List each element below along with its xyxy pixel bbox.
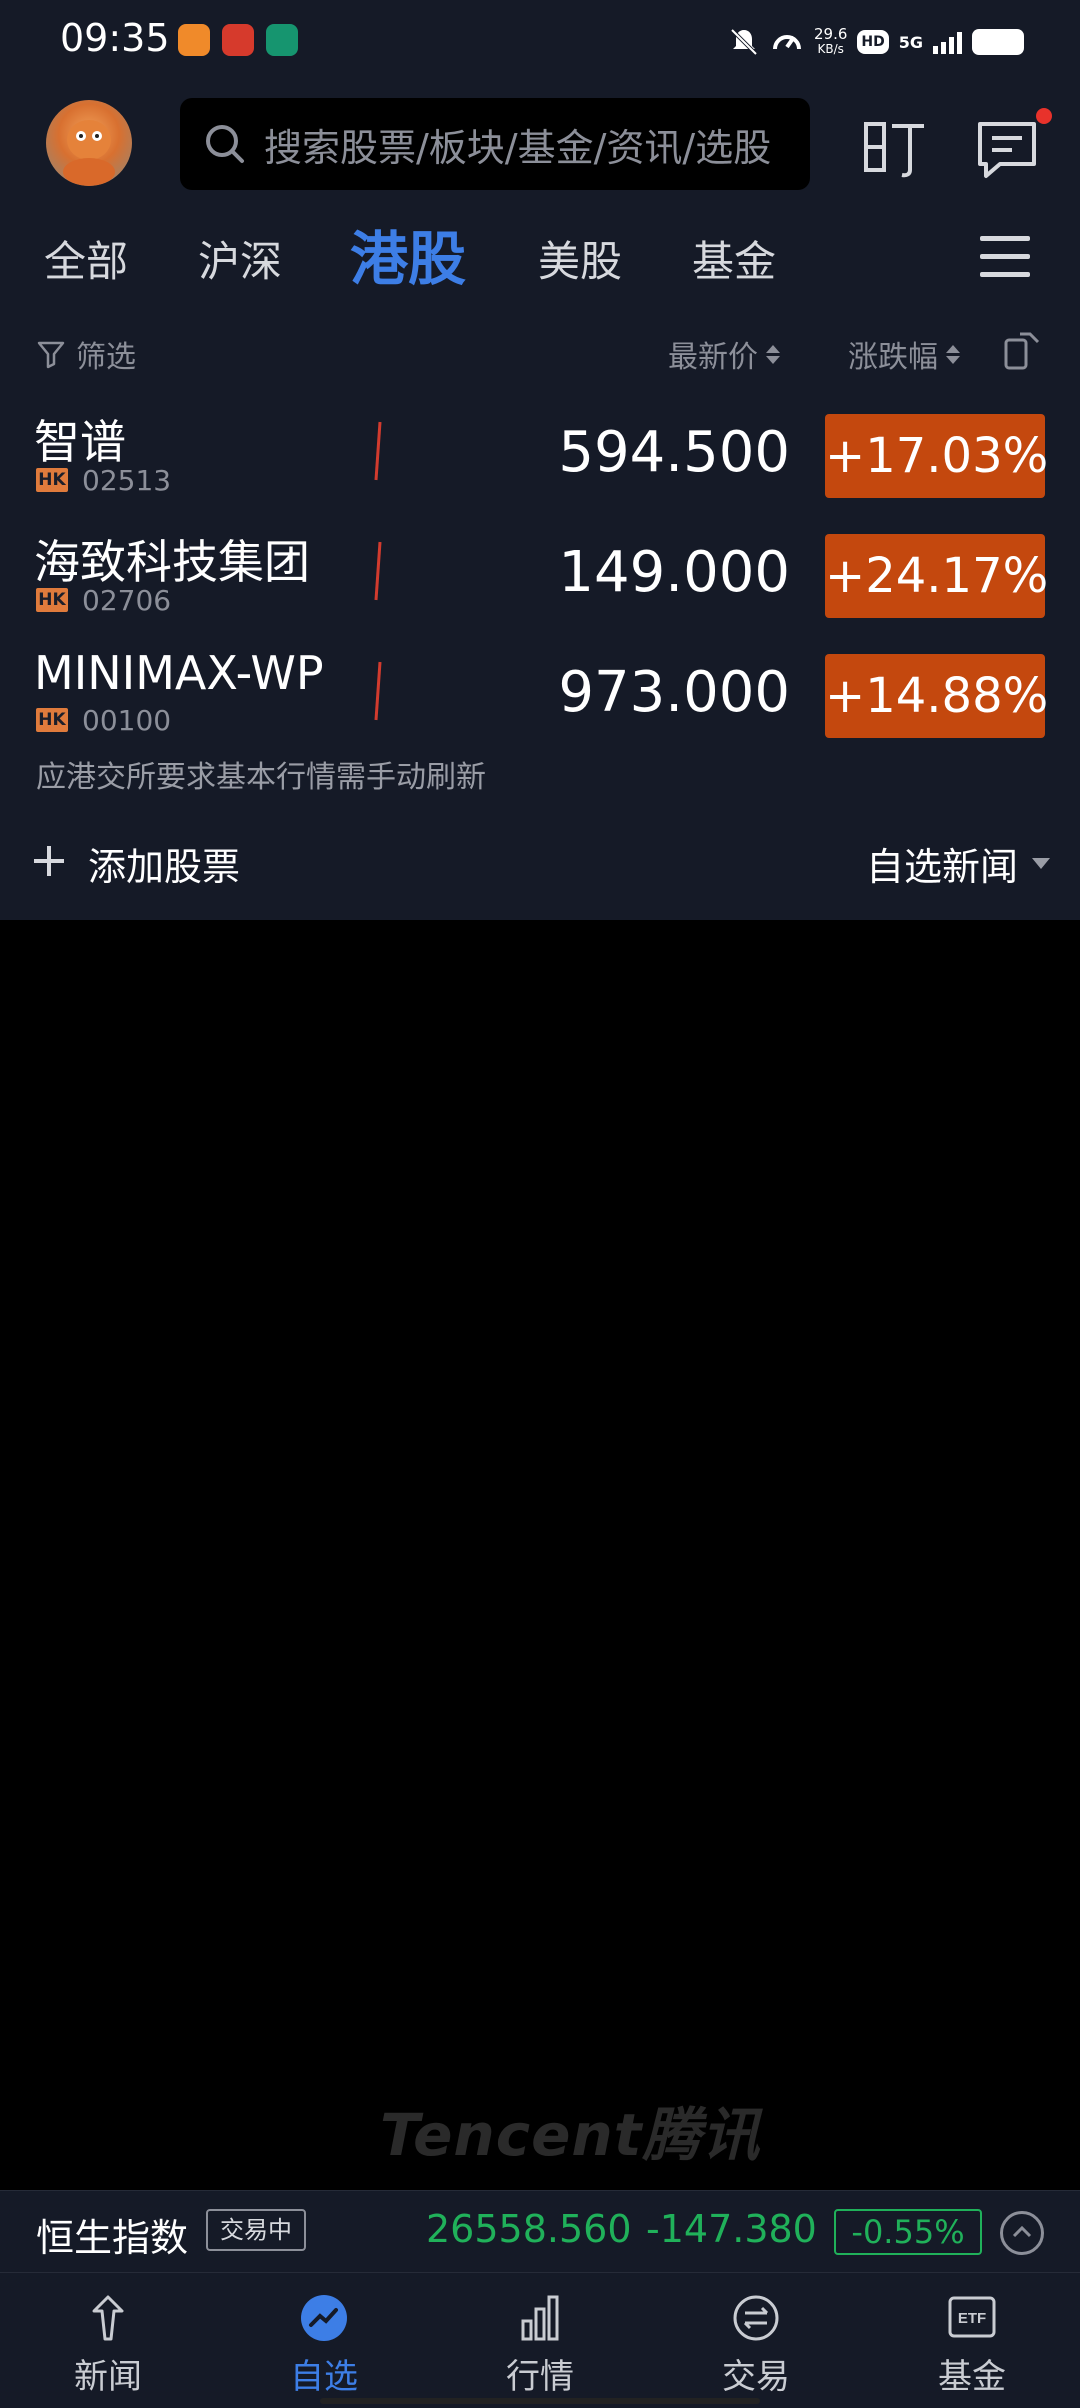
sparkline	[374, 421, 382, 481]
bottom-nav: 新闻 自选 行情 交易 ETF 基金	[0, 2272, 1080, 2408]
speedometer-icon	[772, 35, 801, 50]
stock-price: 149.000	[558, 540, 790, 605]
list-header: 筛选 最新价 涨跌幅	[0, 322, 1080, 382]
sort-icon	[766, 344, 780, 364]
index-ticker-bar[interactable]: 恒生指数 交易中 26558.560 -147.380 -0.55%	[0, 2190, 1080, 2272]
news-icon	[92, 2295, 124, 2341]
trading-status-badge: 交易中	[206, 2209, 306, 2251]
etf-icon-text: ETF	[958, 2310, 986, 2327]
message-icon[interactable]	[974, 116, 1040, 182]
stock-row[interactable]: MINIMAX-WP HK 00100 973.000 +14.88%	[0, 640, 1080, 760]
tab-us[interactable]: 美股	[538, 228, 622, 289]
stock-price: 973.000	[558, 660, 790, 725]
nav-watchlist[interactable]: 自选	[244, 2273, 404, 2408]
stock-code: 02513	[82, 464, 172, 497]
market-tabs: 全部 沪深 港股 美股 基金	[0, 210, 1080, 300]
nav-market[interactable]: 行情	[460, 2273, 620, 2408]
notification-dot	[1036, 108, 1052, 124]
filter-button[interactable]: 筛选	[36, 332, 136, 376]
battery-icon	[972, 29, 1024, 55]
add-stock-button[interactable]: 添加股票	[88, 836, 240, 891]
filter-label: 筛选	[76, 340, 136, 375]
avatar-image	[63, 120, 115, 186]
tab-all[interactable]: 全部	[44, 228, 128, 289]
search-icon	[206, 125, 244, 163]
chevron-down-icon	[1032, 858, 1051, 869]
plus-icon[interactable]	[34, 846, 64, 876]
stock-row[interactable]: 智谱 HK 02513 594.500 +17.03%	[0, 400, 1080, 520]
nav-market-label: 行情	[506, 2357, 574, 2397]
ding-icon[interactable]	[862, 116, 928, 182]
trade-icon	[733, 2295, 779, 2341]
network-speed-value: 29.6	[813, 25, 848, 43]
app-notification-icon	[178, 24, 210, 56]
market-badge: HK	[36, 588, 68, 612]
stock-change-badge[interactable]: +17.03%	[825, 414, 1048, 498]
etf-icon: ETF	[948, 2296, 996, 2338]
tab-hs[interactable]: 沪深	[198, 228, 282, 289]
index-name: 恒生指数	[36, 2216, 189, 2260]
status-time: 09:35	[60, 16, 170, 60]
nav-fund[interactable]: ETF 基金	[892, 2273, 1052, 2408]
nav-trade-label: 交易	[722, 2357, 790, 2397]
menu-icon[interactable]	[980, 236, 1030, 278]
nav-news[interactable]: 新闻	[28, 2273, 188, 2408]
stock-change-badge[interactable]: +24.17%	[825, 534, 1048, 618]
status-bar: 09:35 29.6 KB/s HD 5G	[0, 0, 1080, 82]
market-icon	[521, 2295, 559, 2341]
nav-fund-label: 基金	[938, 2357, 1006, 2397]
search-bar[interactable]: 搜索股票/板块/基金/资讯/选股	[180, 98, 810, 190]
avatar[interactable]	[46, 100, 132, 186]
mute-icon	[730, 28, 758, 56]
stock-code: 00100	[82, 704, 172, 737]
sort-latest-price[interactable]: 最新价	[668, 332, 780, 376]
filter-icon	[37, 341, 65, 369]
stock-price: 594.500	[558, 420, 790, 485]
stock-row[interactable]: 海致科技集团 HK 02706 149.000 +24.17%	[0, 520, 1080, 640]
news-filter-label: 自选新闻	[866, 845, 1019, 889]
sparkline	[374, 661, 382, 721]
market-badge: HK	[36, 708, 68, 732]
network-speed-unit: KB/s	[817, 42, 844, 56]
network-type: 5G	[898, 32, 923, 52]
news-filter-dropdown[interactable]: 自选新闻	[866, 836, 1051, 891]
signal-icon	[933, 30, 962, 54]
index-pct: -0.55%	[834, 2209, 982, 2255]
index-delta: -147.380	[646, 2207, 817, 2251]
index-value: 26558.560	[426, 2207, 632, 2251]
toggle-display-icon[interactable]	[1000, 328, 1044, 372]
sort-icon	[946, 344, 960, 364]
app-notification-icon	[266, 24, 298, 56]
watchlist-icon	[301, 2295, 347, 2341]
stock-code: 02706	[82, 584, 172, 617]
tab-fund[interactable]: 基金	[692, 228, 776, 289]
change-pct-label: 涨跌幅	[848, 340, 938, 375]
refresh-notice: 应港交所要求基本行情需手动刷新	[36, 760, 486, 795]
stock-name: 智谱	[34, 415, 126, 469]
stock-name: MINIMAX-WP	[34, 646, 324, 700]
stock-change-badge[interactable]: +14.88%	[825, 654, 1048, 738]
app-notification-icon	[222, 24, 254, 56]
tencent-watermark: Tencent腾讯	[380, 2101, 761, 2169]
stock-name: 海致科技集团	[34, 535, 310, 589]
latest-price-label: 最新价	[668, 340, 758, 375]
hd-badge: HD	[857, 30, 889, 54]
market-badge: HK	[36, 468, 68, 492]
add-stock-row: 添加股票 自选新闻	[0, 836, 1080, 900]
sort-change-pct[interactable]: 涨跌幅	[848, 332, 960, 376]
sparkline	[374, 541, 382, 601]
chevron-up-icon[interactable]	[1000, 2211, 1044, 2255]
home-indicator[interactable]	[320, 2398, 760, 2404]
network-speed: 29.6 KB/s	[814, 27, 847, 57]
nav-watchlist-label: 自选	[290, 2357, 358, 2397]
nav-news-label: 新闻	[74, 2357, 142, 2397]
tab-hk[interactable]: 港股	[350, 212, 466, 296]
nav-trade[interactable]: 交易	[676, 2273, 836, 2408]
search-placeholder: 搜索股票/板块/基金/资讯/选股	[264, 125, 772, 170]
